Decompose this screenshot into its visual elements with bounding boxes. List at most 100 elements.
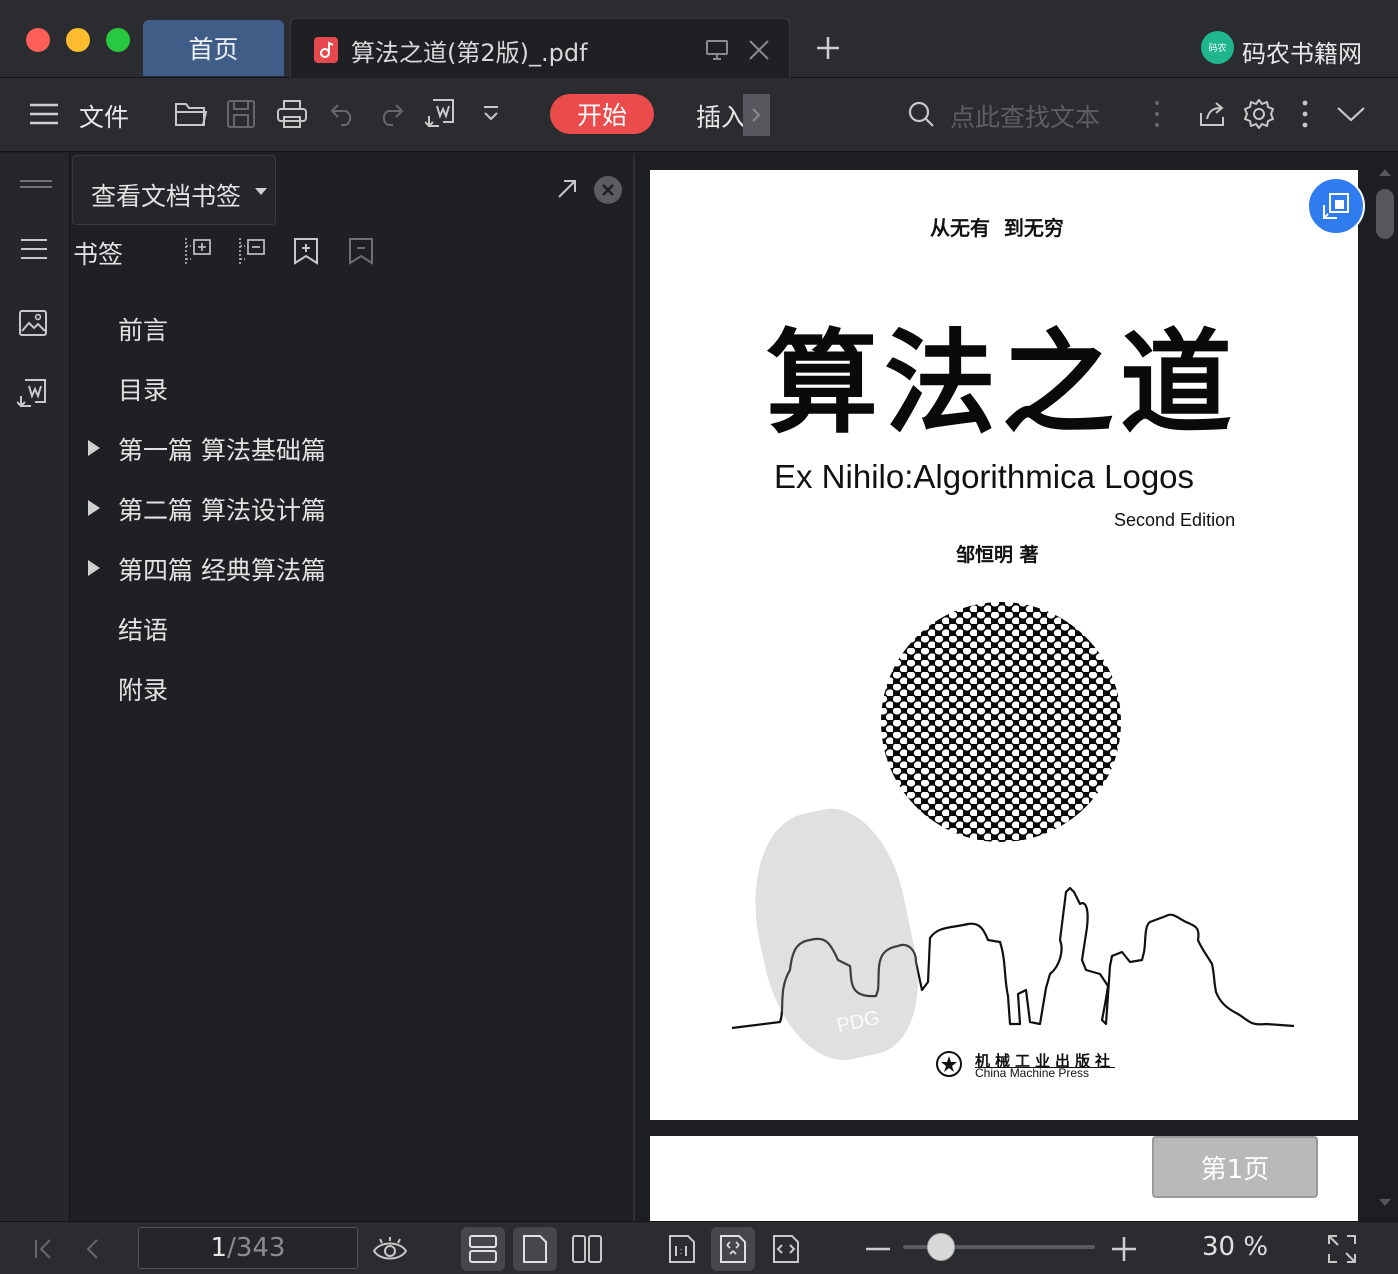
zoom-level[interactable]: 30 % — [1202, 1232, 1268, 1262]
brand-logo: 码农 — [1201, 31, 1234, 64]
previous-page-icon[interactable] — [70, 1227, 114, 1271]
pdg-watermark-text: PDG — [834, 1006, 882, 1038]
search-icon[interactable] — [903, 96, 939, 132]
tab-document[interactable]: 算法之道(第2版)_.pdf — [290, 18, 790, 78]
single-page-view-icon[interactable] — [513, 1227, 557, 1271]
brand-name[interactable]: 码农书籍网 — [1242, 34, 1362, 69]
tab-insert[interactable]: 插入 — [696, 98, 746, 134]
close-tab-icon[interactable] — [747, 38, 771, 62]
remove-bookmark-icon[interactable] — [347, 237, 375, 265]
first-page-icon[interactable] — [22, 1227, 66, 1271]
bookmark-list-icon[interactable] — [21, 238, 47, 260]
print-icon[interactable] — [274, 96, 310, 132]
undo-icon[interactable] — [325, 96, 361, 132]
ribbon-scroll-right-button[interactable] — [743, 94, 770, 136]
bookmark-item-label: 前言 — [118, 316, 169, 345]
tab-start-label: 开始 — [576, 101, 627, 130]
panel-drag-handle-icon[interactable] — [20, 179, 52, 189]
fit-width-icon[interactable] — [764, 1227, 808, 1271]
total-page-count: /343 — [227, 1233, 286, 1263]
thumbnail-image-icon[interactable] — [19, 310, 47, 336]
expand-all-icon[interactable] — [185, 237, 213, 265]
file-menu[interactable]: 文件 — [79, 98, 129, 134]
cover-edition: Second Edition — [1114, 510, 1236, 530]
expand-triangle-icon[interactable] — [87, 499, 101, 517]
cover-title-en: Ex Nihilo:Algorithmica Logos — [774, 458, 1195, 495]
zoom-slider-thumb[interactable] — [927, 1233, 956, 1261]
bookmark-item-label: 第四篇 经典算法篇 — [118, 556, 326, 585]
eye-protection-icon[interactable] — [368, 1227, 412, 1271]
settings-gear-icon[interactable] — [1241, 96, 1277, 132]
scroll-up-arrow-icon[interactable] — [1379, 169, 1391, 177]
zoom-out-icon[interactable] — [856, 1227, 900, 1271]
status-bar: 1/343 30 % — [0, 1221, 1398, 1274]
more-options-icon[interactable] — [1287, 96, 1323, 132]
chevron-right-icon — [751, 107, 761, 123]
cover-title-cn: 算法之道 — [766, 319, 1238, 449]
zoom-slider-track[interactable] — [903, 1233, 1095, 1261]
bookmark-view-dropdown[interactable]: 查看文档书签 — [72, 155, 276, 225]
bookmark-section-label: 书签 — [73, 240, 124, 269]
brand-logo-text: 码农 — [1208, 44, 1227, 54]
pdf-file-icon — [313, 36, 339, 64]
search-input[interactable]: 点此查找文本 — [950, 98, 1100, 134]
document-viewer[interactable]: 从无有 到无穷 算法之道 Ex Nihilo:Algorithmica Logo… — [635, 153, 1398, 1221]
fit-page-icon[interactable] — [711, 1227, 755, 1271]
cover-tagline: 从无有 到无穷 — [930, 216, 1064, 240]
monitor-icon[interactable] — [705, 39, 729, 61]
tab-home[interactable]: 首页 — [143, 20, 284, 76]
publisher-name-en: China Machine Press — [975, 1066, 1090, 1080]
more-tools-dropdown-icon[interactable] — [473, 96, 509, 132]
vertical-scrollbar-thumb[interactable] — [1376, 189, 1394, 239]
close-window-button[interactable] — [26, 28, 50, 52]
share-icon[interactable] — [1194, 96, 1230, 132]
redo-icon[interactable] — [373, 96, 409, 132]
fullscreen-icon[interactable] — [1320, 1227, 1364, 1271]
bookmark-item-label: 第一篇 算法基础篇 — [118, 436, 326, 465]
tab-start[interactable]: 开始 — [550, 94, 654, 134]
save-icon[interactable] — [223, 96, 259, 132]
floating-convert-button[interactable] — [1307, 177, 1365, 235]
hamburger-menu-icon[interactable] — [26, 96, 62, 132]
add-bookmark-icon[interactable] — [292, 237, 320, 265]
scroll-down-arrow-icon[interactable] — [1379, 1199, 1391, 1207]
pdf-to-word-icon[interactable] — [423, 96, 459, 132]
two-page-view-icon[interactable] — [565, 1227, 609, 1271]
page-indicator-label: 第1页 — [1200, 1154, 1270, 1185]
tab-home-label: 首页 — [188, 35, 239, 64]
cover-dotted-circle-emblem — [881, 602, 1121, 842]
new-tab-icon[interactable] — [815, 35, 841, 61]
open-folder-icon[interactable] — [173, 96, 209, 132]
sidebar-strip — [0, 153, 70, 1221]
collapse-all-icon[interactable] — [239, 237, 267, 265]
more-vertical-icon[interactable] — [1139, 96, 1175, 132]
expand-triangle-icon[interactable] — [87, 439, 101, 457]
zoom-in-icon[interactable] — [1102, 1227, 1146, 1271]
actual-size-icon[interactable] — [660, 1227, 704, 1271]
pdf-to-word-sidebar-icon[interactable] — [17, 378, 49, 410]
bookmark-item-label: 结语 — [118, 616, 169, 645]
page-number-input[interactable]: 1/343 — [138, 1227, 358, 1269]
caret-down-icon — [255, 188, 267, 196]
bookmark-panel: 查看文档书签 书签 前言 目录 第一篇 算法基础篇 第二篇 算法设计篇 第四篇 … — [71, 153, 633, 1221]
cover-author: 邹恒明 著 — [956, 544, 1039, 566]
page-indicator: 第1页 — [1152, 1136, 1318, 1198]
bookmark-view-dropdown-label: 查看文档书签 — [91, 182, 242, 211]
collapse-toolbar-chevron-icon[interactable] — [1333, 96, 1369, 132]
publisher-logo-icon — [934, 1050, 964, 1080]
continuous-scroll-view-icon[interactable] — [461, 1227, 505, 1271]
tab-document-label: 算法之道(第2版)_.pdf — [351, 39, 588, 67]
current-page-number: 1 — [210, 1233, 228, 1263]
bookmark-item-label: 目录 — [118, 376, 169, 405]
pop-out-arrow-icon[interactable] — [556, 178, 578, 200]
pdf-page: 从无有 到无穷 算法之道 Ex Nihilo:Algorithmica Logo… — [650, 170, 1358, 1120]
expand-triangle-icon[interactable] — [87, 559, 101, 577]
maximize-window-button[interactable] — [106, 28, 130, 52]
bookmark-item-label: 附录 — [118, 676, 169, 705]
bookmark-item-label: 第二篇 算法设计篇 — [118, 496, 326, 525]
minimize-window-button[interactable] — [66, 28, 90, 52]
title-bar: 首页 算法之道(第2版)_.pdf 码农 码农书籍网 — [0, 0, 1398, 78]
close-panel-icon[interactable] — [594, 176, 622, 204]
main-toolbar: 文件 开始 插入 点此查找文本 — [0, 78, 1398, 152]
convert-document-icon — [1321, 191, 1351, 221]
